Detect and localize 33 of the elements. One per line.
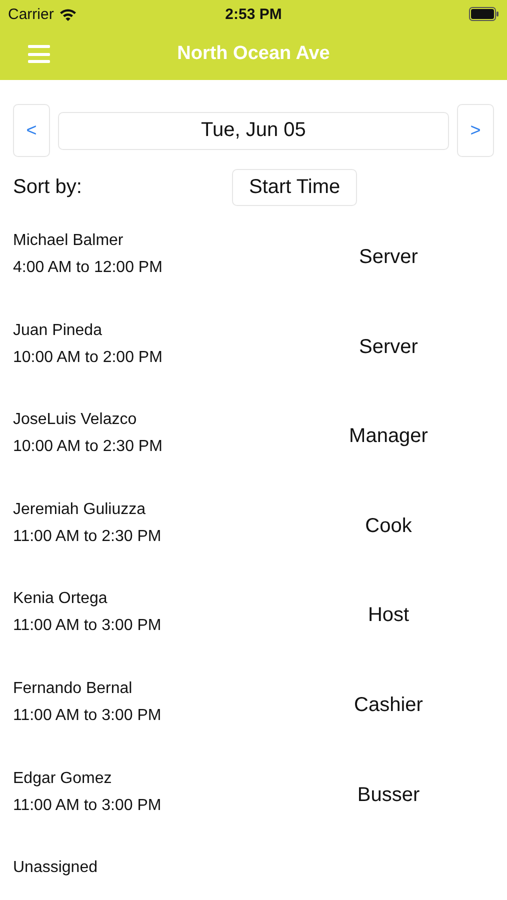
wifi-icon xyxy=(58,8,77,20)
previous-day-button[interactable]: < xyxy=(13,104,50,157)
next-day-button[interactable]: > xyxy=(457,104,494,157)
shift-role: Cashier xyxy=(353,694,424,717)
employee-name: Jeremiah Guliuzza xyxy=(13,500,146,519)
shift-role: Manager xyxy=(348,425,429,448)
sort-label: Sort by: xyxy=(13,176,83,199)
shift-role: Cook xyxy=(364,514,413,538)
shift-time: 11:00 AM to 3:00 PM xyxy=(13,706,162,725)
date-display[interactable]: Tue, Jun 05 xyxy=(58,112,449,150)
employee-name: JoseLuis Velazco xyxy=(13,411,138,430)
employee-name: Juan Pineda xyxy=(13,322,103,340)
battery-icon xyxy=(468,7,499,21)
shift-time: 10:00 AM to 2:00 PM xyxy=(13,348,164,367)
shift-time: 11:00 AM to 3:00 PM xyxy=(13,796,162,815)
employee-name: Unassigned xyxy=(13,859,98,878)
shift-role: Server xyxy=(358,336,419,359)
employee-name: Michael Balmer xyxy=(13,232,124,250)
page-title: North Ocean Ave xyxy=(176,43,331,65)
carrier-label: Carrier xyxy=(8,6,54,22)
employee-name: Fernando Bernal xyxy=(13,680,134,698)
status-time: 2:53 PM xyxy=(225,6,282,22)
menu-button[interactable] xyxy=(28,45,50,63)
shift-time: 4:00 AM to 12:00 PM xyxy=(13,259,164,277)
sort-button[interactable]: Start Time xyxy=(232,169,358,206)
shift-time: 11:00 AM to 2:30 PM xyxy=(13,528,162,546)
shift-time: 11:00 AM to 3:00 PM xyxy=(13,617,162,636)
shift-time: 10:00 AM to 2:30 PM xyxy=(13,438,164,456)
employee-name: Edgar Gomez xyxy=(13,770,113,788)
employee-name: Kenia Ortega xyxy=(13,590,108,608)
shift-role: Host xyxy=(366,604,410,628)
shift-role: Server xyxy=(358,246,419,269)
shift-role: Busser xyxy=(356,784,421,807)
